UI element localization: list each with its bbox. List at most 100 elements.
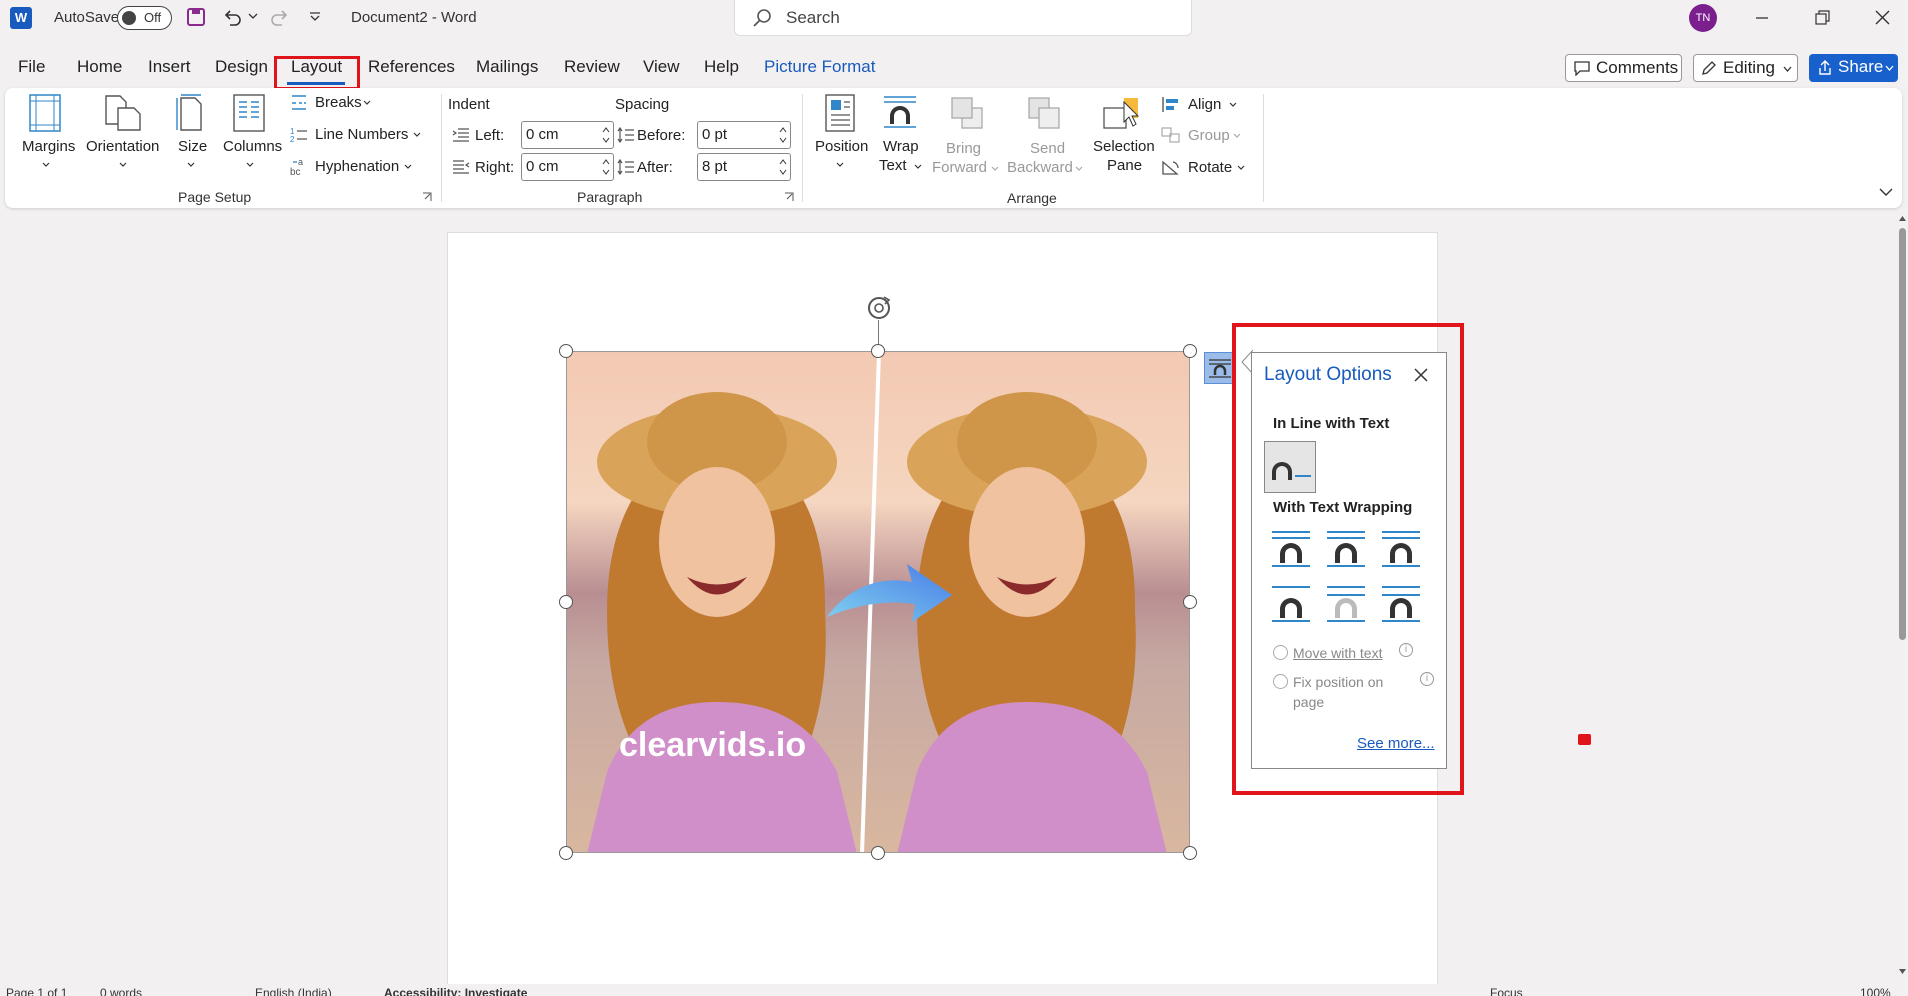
fix-position-radio[interactable] xyxy=(1273,674,1288,689)
avatar[interactable]: TN xyxy=(1689,4,1717,32)
close-icon[interactable] xyxy=(1414,368,1428,382)
zoom-level[interactable]: 100% xyxy=(1860,986,1891,996)
tab-mailings[interactable]: Mailings xyxy=(476,57,538,77)
tab-view[interactable]: View xyxy=(643,57,680,77)
redo-icon[interactable] xyxy=(270,7,290,27)
comments-button[interactable]: Comments xyxy=(1565,54,1682,82)
move-with-text-radio[interactable] xyxy=(1273,645,1288,660)
wrap-top-bottom-option[interactable] xyxy=(1269,584,1313,628)
indent-left-value: 0 cm xyxy=(526,126,559,143)
selection-pane-button[interactable]: Selection Pane xyxy=(1088,94,1160,178)
customize-toolbar-icon[interactable] xyxy=(309,12,321,22)
info-icon[interactable]: i xyxy=(1399,643,1413,657)
save-icon[interactable] xyxy=(186,7,206,27)
scroll-thumb[interactable] xyxy=(1899,228,1906,640)
tab-file[interactable]: File xyxy=(18,57,45,77)
chevron-down-icon xyxy=(914,164,922,169)
send-backward-icon xyxy=(1028,97,1060,129)
breaks-button[interactable]: Breaks xyxy=(287,92,377,114)
collapse-ribbon-icon[interactable] xyxy=(1879,188,1893,197)
resize-handle[interactable] xyxy=(1183,846,1197,860)
columns-button[interactable]: Columns xyxy=(217,94,283,174)
tab-picture-format[interactable]: Picture Format xyxy=(764,57,875,77)
orientation-label: Orientation xyxy=(86,138,160,155)
tab-design[interactable]: Design xyxy=(215,57,268,77)
resize-handle[interactable] xyxy=(1183,344,1197,358)
group-icon xyxy=(1161,127,1180,143)
word-count[interactable]: 0 words xyxy=(100,986,142,996)
line-numbers-button[interactable]: 12 Line Numbers xyxy=(287,124,427,146)
align-button[interactable]: Align xyxy=(1157,94,1241,116)
scroll-up-icon[interactable] xyxy=(1898,215,1907,222)
minimize-icon[interactable] xyxy=(1755,11,1769,25)
margins-button[interactable]: Margins xyxy=(15,94,75,174)
hyphenation-button[interactable]: a bc Hyphenation xyxy=(287,156,419,178)
wrap-through-option[interactable] xyxy=(1379,529,1423,573)
spacing-before-input[interactable]: 0 pt xyxy=(697,121,791,149)
autosave-toggle[interactable]: Off xyxy=(117,6,172,30)
resize-handle[interactable] xyxy=(559,846,573,860)
share-label: Share xyxy=(1838,57,1884,76)
info-icon[interactable]: i xyxy=(1420,672,1434,686)
orientation-button[interactable]: Orientation xyxy=(80,94,166,174)
wrap-square-option[interactable] xyxy=(1269,529,1313,573)
editing-button[interactable]: Editing xyxy=(1693,54,1798,82)
language[interactable]: English (India) xyxy=(255,986,332,996)
wrap-behind-icon xyxy=(1335,598,1357,618)
wrap-in-front-option[interactable] xyxy=(1379,584,1423,628)
rotate-button[interactable]: Rotate xyxy=(1157,157,1245,179)
tab-home[interactable]: Home xyxy=(77,57,122,77)
wrap-behind-text-option[interactable] xyxy=(1324,584,1368,628)
spacing-after-input[interactable]: 8 pt xyxy=(697,153,791,181)
indent-left-input[interactable]: 0 cm xyxy=(521,121,614,149)
resize-handle[interactable] xyxy=(871,846,885,860)
title-bar: W AutoSave Off Document2 - Word Search T… xyxy=(0,0,1908,36)
svg-text:2: 2 xyxy=(290,135,295,143)
spinner-icon[interactable] xyxy=(602,126,610,144)
resize-handle[interactable] xyxy=(1183,595,1197,609)
focus-button[interactable]: Focus xyxy=(1490,986,1523,996)
scroll-down-icon[interactable] xyxy=(1898,968,1907,975)
resize-handle[interactable] xyxy=(871,344,885,358)
wrap-tight-option[interactable] xyxy=(1324,529,1368,573)
spinner-icon[interactable] xyxy=(779,126,787,144)
resize-handle[interactable] xyxy=(559,595,573,609)
see-more-link[interactable]: See more... xyxy=(1357,735,1435,752)
tab-help[interactable]: Help xyxy=(704,57,739,77)
breaks-icon xyxy=(292,95,306,110)
vertical-scrollbar[interactable] xyxy=(1897,212,1908,984)
tab-layout[interactable]: Layout xyxy=(291,57,342,77)
group-separator xyxy=(1263,94,1264,202)
undo-icon[interactable] xyxy=(222,7,242,27)
share-button[interactable]: Share xyxy=(1809,54,1898,82)
tab-review[interactable]: Review xyxy=(564,57,620,77)
restore-icon[interactable] xyxy=(1815,10,1830,25)
wrap-inline-option[interactable] xyxy=(1264,441,1316,493)
columns-label: Columns xyxy=(223,138,283,155)
spinner-icon[interactable] xyxy=(602,158,610,176)
tab-insert[interactable]: Insert xyxy=(148,57,191,77)
wrap-through-icon xyxy=(1390,543,1412,563)
rotate-handle-icon[interactable] xyxy=(864,294,894,324)
dialog-launcher-icon[interactable] xyxy=(422,192,432,202)
spinner-icon[interactable] xyxy=(779,158,787,176)
tab-references[interactable]: References xyxy=(368,57,455,77)
resize-handle[interactable] xyxy=(559,344,573,358)
wrap-text-button[interactable]: Wrap Text xyxy=(872,94,928,178)
search-box[interactable]: Search xyxy=(734,0,1192,36)
accessibility-status[interactable]: Accessibility: Investigate xyxy=(384,986,527,996)
search-icon xyxy=(753,9,771,27)
close-icon[interactable] xyxy=(1875,10,1890,25)
page-count[interactable]: Page 1 of 1 xyxy=(6,986,67,996)
selected-picture[interactable]: clearvids.io xyxy=(566,351,1190,853)
status-bar: Page 1 of 1 0 words English (India) Acce… xyxy=(0,984,1908,996)
breaks-label: Breaks xyxy=(315,94,362,111)
group-button: Group xyxy=(1157,125,1241,147)
dialog-launcher-icon[interactable] xyxy=(784,192,794,202)
undo-dropdown-icon[interactable] xyxy=(248,11,258,21)
position-button[interactable]: Position xyxy=(810,94,870,178)
indent-right-input[interactable]: 0 cm xyxy=(521,153,614,181)
size-button[interactable]: Size xyxy=(168,94,212,174)
selection-pane-icon xyxy=(1103,98,1140,129)
wrap-text-label: Wrap xyxy=(883,138,919,155)
